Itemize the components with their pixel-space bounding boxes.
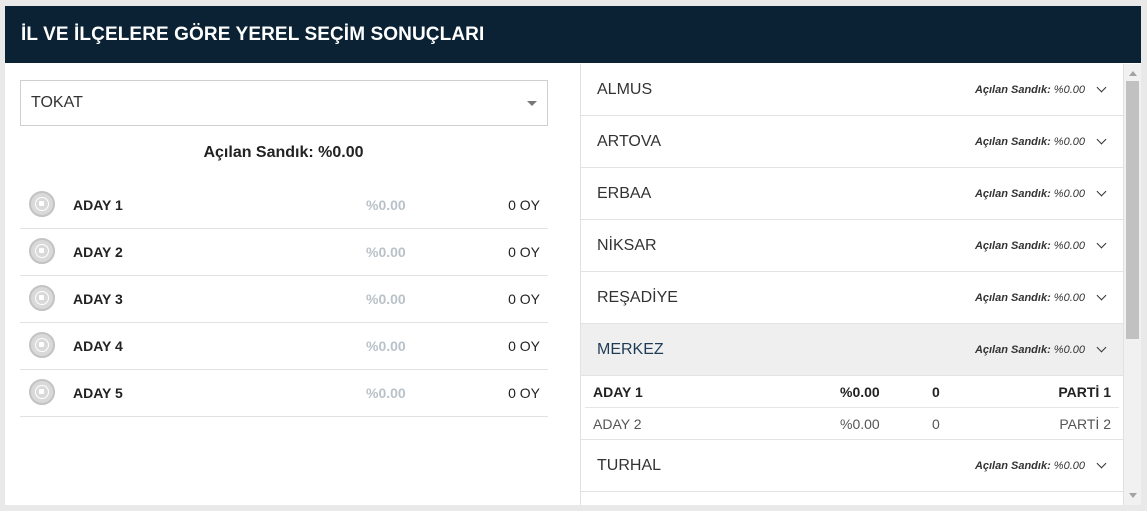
district-stat-value: %0.00 <box>1053 459 1085 472</box>
party-logo-icon <box>29 379 55 405</box>
province-select-value: TOKAT <box>31 94 83 111</box>
district-stat-label: Açılan Sandık: <box>974 135 1051 148</box>
province-panel: TOKAT Açılan Sandık: %0.00 ADAY 1 %0.00 … <box>5 63 580 505</box>
district-item-resadiye[interactable]: REŞADİYE Açılan Sandık: %0.00 <box>581 272 1123 324</box>
district-item-merkez[interactable]: MERKEZ Açılan Sandık: %0.00 <box>581 324 1123 376</box>
district-stat-label: Açılan Sandık: <box>974 83 1051 96</box>
caret-down-icon <box>527 101 537 106</box>
scrollbar-thumb[interactable] <box>1126 81 1139 339</box>
district-item-turhal[interactable]: TURHAL Açılan Sandık: %0.00 <box>581 440 1123 492</box>
district-name: NİKSAR <box>597 236 657 254</box>
chevron-down-icon <box>1096 458 1107 469</box>
detail-votes: 0 <box>932 415 940 432</box>
district-opened-ballot: Açılan Sandık: %0.00 <box>975 344 1085 356</box>
chevron-down-icon <box>1096 186 1107 197</box>
widget-header: İL VE İLÇELERE GÖRE YEREL SEÇİM SONUÇLAR… <box>5 6 1141 63</box>
district-name: ALMUS <box>597 80 653 98</box>
election-results-widget: İL VE İLÇELERE GÖRE YEREL SEÇİM SONUÇLAR… <box>5 6 1141 505</box>
detail-candidate: ADAY 2 <box>593 415 642 432</box>
candidate-row: ADAY 2 %0.00 0 OY <box>20 229 548 276</box>
district-item-erbaa[interactable]: ERBAA Açılan Sandık: %0.00 <box>581 168 1123 220</box>
district-scrollbar[interactable] <box>1124 64 1141 505</box>
candidate-list: ADAY 1 %0.00 0 OY ADAY 2 %0.00 0 OY ADAY… <box>20 182 548 417</box>
district-opened-ballot: Açılan Sandık: %0.00 <box>975 188 1085 200</box>
chevron-down-icon <box>1096 290 1107 301</box>
candidate-percent: %0.00 <box>366 244 406 260</box>
district-opened-ballot: Açılan Sandık: %0.00 <box>975 460 1085 472</box>
candidate-name: ADAY 3 <box>73 291 123 307</box>
detail-percent: %0.00 <box>840 415 880 432</box>
candidate-votes: 0 OY <box>508 338 540 354</box>
candidate-name: ADAY 1 <box>73 197 123 213</box>
candidate-row: ADAY 1 %0.00 0 OY <box>20 182 548 229</box>
candidate-percent: %0.00 <box>366 338 406 354</box>
party-logo-icon <box>29 332 55 358</box>
district-item-niksar[interactable]: NİKSAR Açılan Sandık: %0.00 <box>581 220 1123 272</box>
chevron-down-icon <box>1096 342 1107 353</box>
district-stat-label: Açılan Sandık: <box>974 187 1051 200</box>
detail-party: PARTİ 2 <box>1059 415 1111 432</box>
party-logo-icon <box>29 285 55 311</box>
chevron-down-icon <box>1096 238 1107 249</box>
party-logo-icon <box>29 191 55 217</box>
candidate-row: ADAY 3 %0.00 0 OY <box>20 276 548 323</box>
district-stat-label: Açılan Sandık: <box>974 459 1051 472</box>
district-name: MERKEZ <box>597 340 664 358</box>
district-stat-label: Açılan Sandık: <box>974 343 1051 356</box>
district-stat-label: Açılan Sandık: <box>974 291 1051 304</box>
district-stat-value: %0.00 <box>1053 343 1085 356</box>
chevron-down-icon <box>1096 82 1107 93</box>
candidate-percent: %0.00 <box>366 291 406 307</box>
page-title: İL VE İLÇELERE GÖRE YEREL SEÇİM SONUÇLAR… <box>21 23 485 45</box>
candidate-percent: %0.00 <box>366 197 406 213</box>
party-logo-icon <box>29 238 55 264</box>
district-stat-value: %0.00 <box>1053 135 1085 148</box>
district-name: REŞADİYE <box>597 288 678 306</box>
province-select[interactable]: TOKAT <box>20 80 548 126</box>
district-stat-value: %0.00 <box>1053 187 1085 200</box>
scroll-down-arrow-icon[interactable] <box>1129 493 1137 498</box>
district-opened-ballot: Açılan Sandık: %0.00 <box>975 240 1085 252</box>
district-opened-ballot: Açılan Sandık: %0.00 <box>975 136 1085 148</box>
district-list: ALMUS Açılan Sandık: %0.00 ARTOVA Açılan… <box>580 64 1124 505</box>
district-item-artova[interactable]: ARTOVA Açılan Sandık: %0.00 <box>581 116 1123 168</box>
district-stat-value: %0.00 <box>1053 83 1085 96</box>
candidate-name: ADAY 2 <box>73 244 123 260</box>
detail-candidate: ADAY 1 <box>593 383 643 400</box>
candidate-name: ADAY 4 <box>73 338 123 354</box>
candidate-row: ADAY 4 %0.00 0 OY <box>20 323 548 370</box>
candidate-percent: %0.00 <box>366 385 406 401</box>
district-stat-value: %0.00 <box>1053 291 1085 304</box>
candidate-name: ADAY 5 <box>73 385 123 401</box>
detail-percent: %0.00 <box>840 383 880 400</box>
detail-row: ADAY 2 %0.00 0 PARTİ 2 <box>585 408 1119 439</box>
detail-party: PARTİ 1 <box>1058 383 1111 400</box>
district-opened-ballot: Açılan Sandık: %0.00 <box>975 84 1085 96</box>
district-stat-label: Açılan Sandık: <box>974 239 1051 252</box>
district-name: TURHAL <box>597 456 662 474</box>
detail-votes: 0 <box>932 383 940 400</box>
district-opened-ballot: Açılan Sandık: %0.00 <box>975 292 1085 304</box>
district-name: ARTOVA <box>597 132 662 150</box>
district-stat-value: %0.00 <box>1053 239 1085 252</box>
candidate-votes: 0 OY <box>508 244 540 260</box>
candidate-row: ADAY 5 %0.00 0 OY <box>20 370 548 417</box>
district-item-almus[interactable]: ALMUS Açılan Sandık: %0.00 <box>581 64 1123 116</box>
scroll-up-arrow-icon[interactable] <box>1129 71 1137 76</box>
detail-row: ADAY 1 %0.00 0 PARTİ 1 <box>585 376 1119 408</box>
candidate-votes: 0 OY <box>508 197 540 213</box>
opened-ballot-summary: Açılan Sandık: %0.00 <box>203 144 364 161</box>
district-detail-merkez: ADAY 1 %0.00 0 PARTİ 1 ADAY 2 %0.00 0 PA… <box>581 376 1123 440</box>
district-name: ERBAA <box>597 184 652 202</box>
candidate-votes: 0 OY <box>508 291 540 307</box>
chevron-down-icon <box>1096 134 1107 145</box>
candidate-votes: 0 OY <box>508 385 540 401</box>
